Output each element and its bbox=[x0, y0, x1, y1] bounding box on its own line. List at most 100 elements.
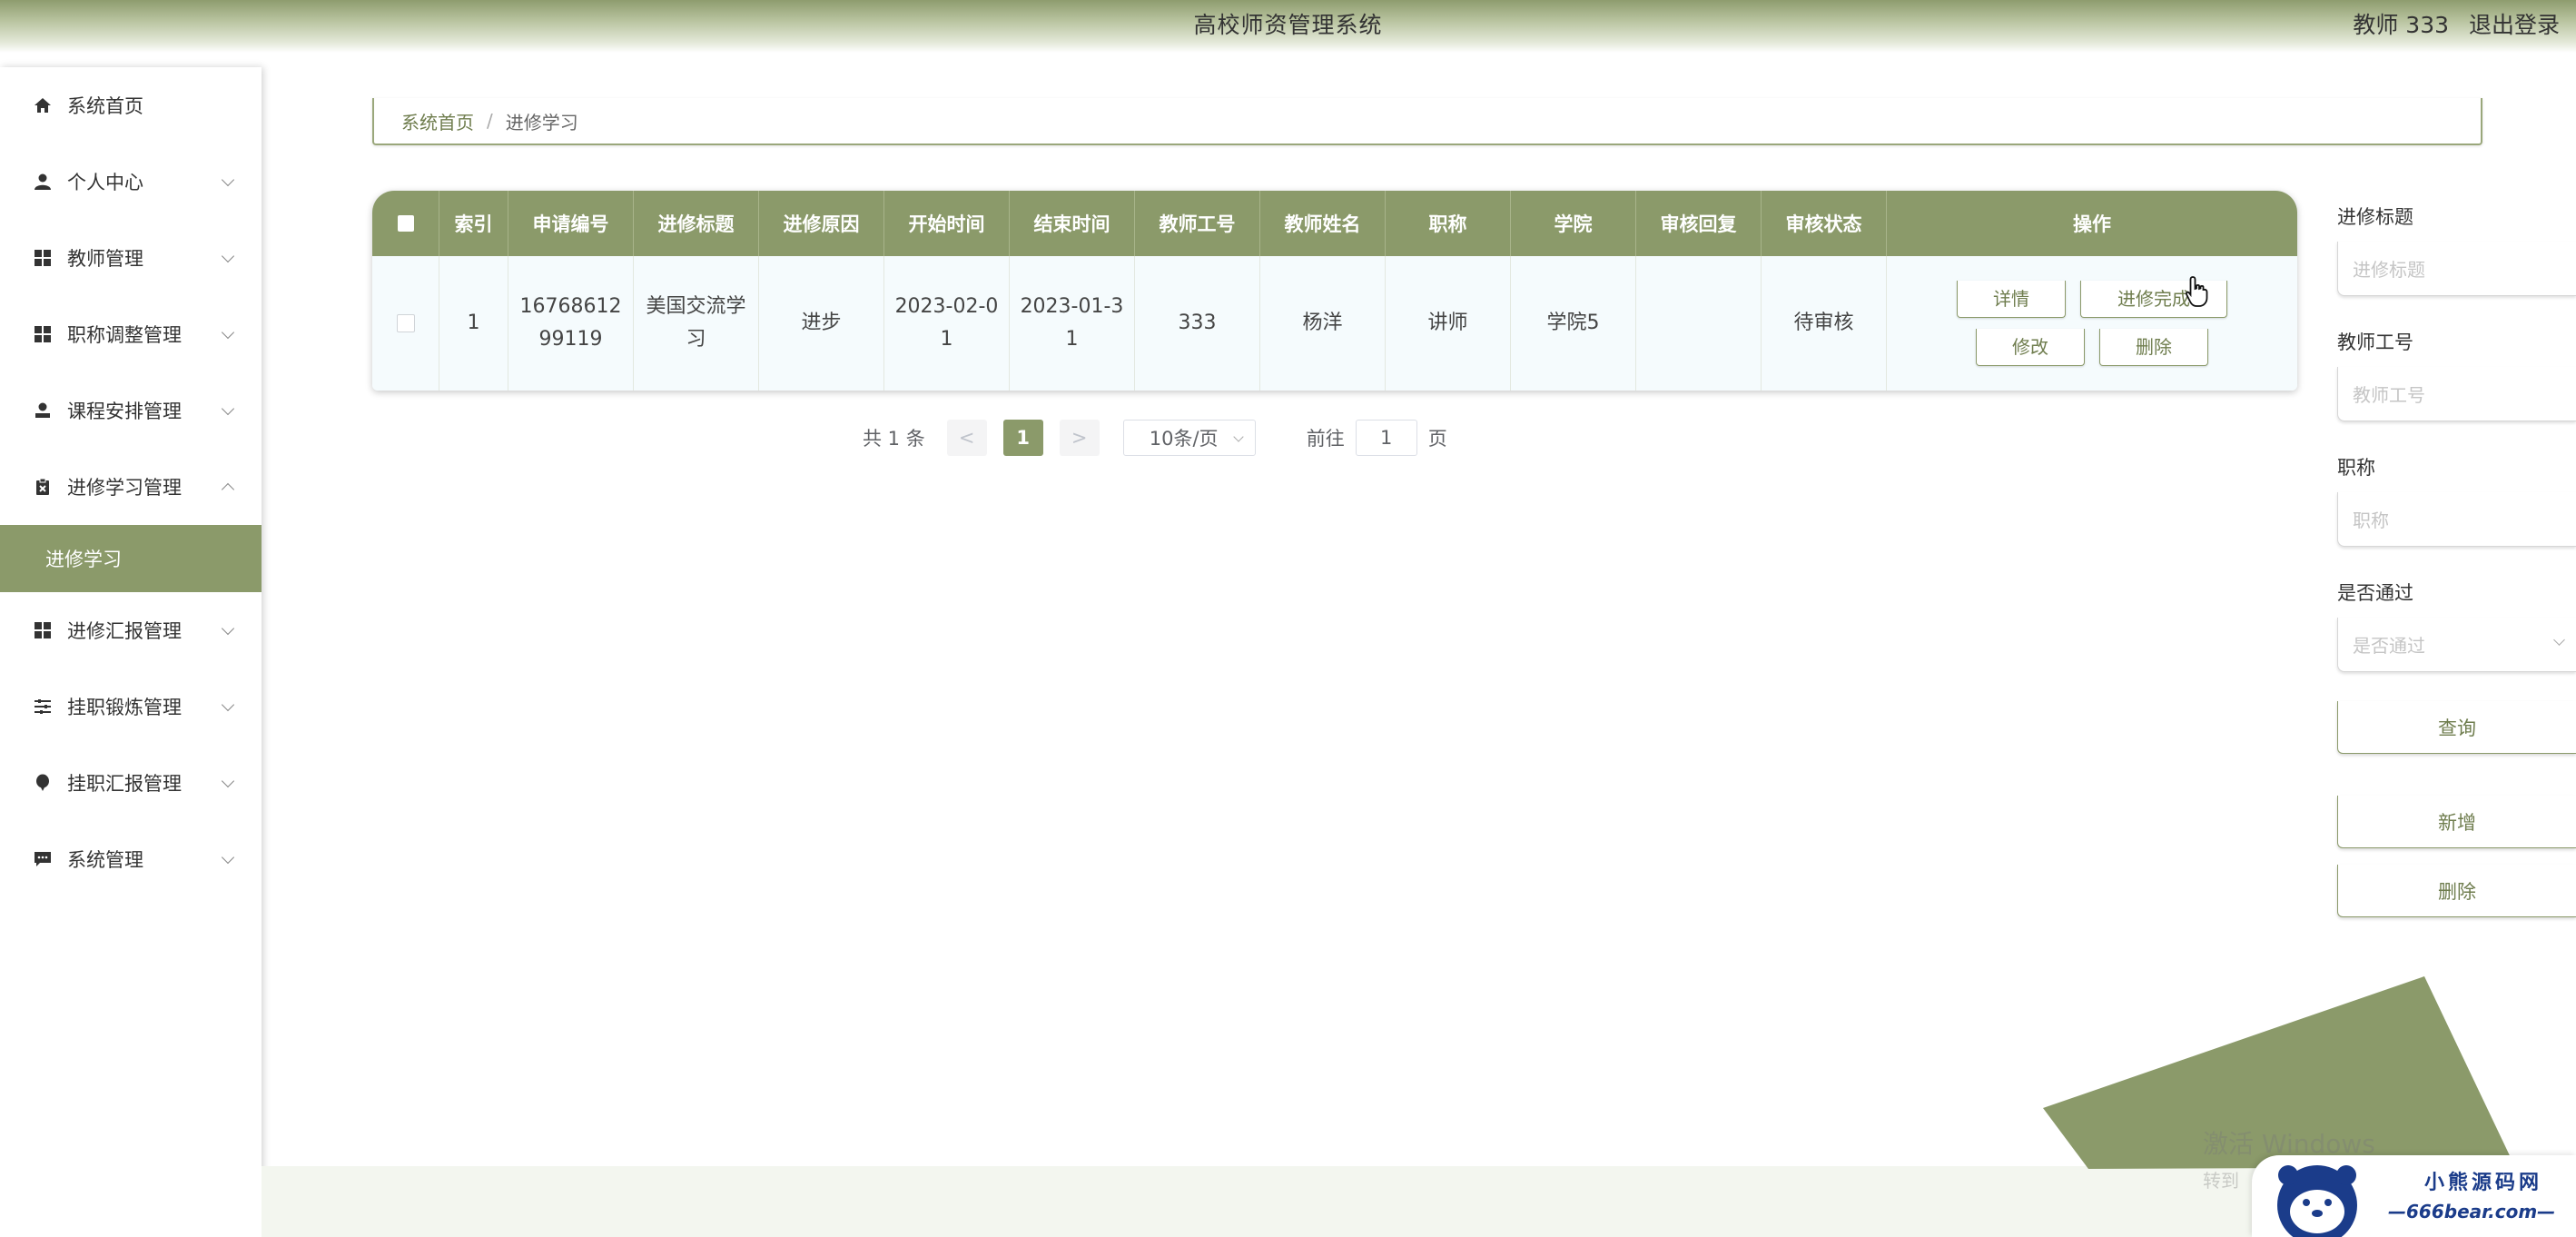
column-header: 进修标题 bbox=[634, 191, 759, 256]
sidebar-item-personal-center[interactable]: 个人中心 bbox=[0, 143, 262, 220]
sidebar-item-label: 进修学习管理 bbox=[67, 477, 182, 499]
next-page-button[interactable]: > bbox=[1059, 420, 1100, 456]
edit-button[interactable]: 修改 bbox=[1976, 329, 2085, 366]
cell-start-time: 2023-02-01 bbox=[884, 256, 1010, 391]
sidebar-item-teacher-management[interactable]: 教师管理 bbox=[0, 220, 262, 296]
sidebar-item-secondment-training[interactable]: 挂职锻炼管理 bbox=[0, 668, 262, 745]
cell-job-title: 讲师 bbox=[1386, 256, 1511, 391]
teacher-no-input[interactable]: 教师工号 bbox=[2337, 367, 2576, 421]
chevron-down-icon bbox=[221, 774, 235, 788]
column-header: 学院 bbox=[1511, 191, 1636, 256]
chevron-down-icon bbox=[2553, 634, 2565, 646]
passed-select[interactable]: 是否通过 bbox=[2337, 618, 2576, 672]
sidebar-item-label: 系统管理 bbox=[67, 849, 143, 871]
column-header: 审核回复 bbox=[1636, 191, 1762, 256]
passed-select-placeholder: 是否通过 bbox=[2353, 635, 2425, 657]
column-header: 索引 bbox=[439, 191, 508, 256]
search-button[interactable]: 查询 bbox=[2337, 701, 2576, 754]
sidebar: 系统首页 个人中心 教师管理 职称调整管理 课程安排管理 进修学习管理 进修学习… bbox=[0, 67, 262, 1237]
cell-teacher-name: 杨洋 bbox=[1260, 256, 1386, 391]
site-logo: 小熊源码网 —666bear.com— bbox=[2252, 1155, 2576, 1237]
sidebar-item-course-schedule[interactable]: 课程安排管理 bbox=[0, 372, 262, 449]
sidebar-item-title-adjustment[interactable]: 职称调整管理 bbox=[0, 296, 262, 372]
sliders-icon bbox=[33, 697, 53, 717]
sidebar-item-study-report[interactable]: 进修汇报管理 bbox=[0, 592, 262, 668]
sidebar-item-label: 个人中心 bbox=[67, 172, 143, 193]
home-icon bbox=[33, 95, 53, 115]
table-header: 索引 申请编号 进修标题 进修原因 开始时间 结束时间 教师工号 教师姓名 职称… bbox=[372, 191, 2297, 256]
row-select-cell[interactable] bbox=[372, 256, 439, 391]
bear-icon bbox=[2277, 1165, 2357, 1237]
logout-link[interactable]: 退出登录 bbox=[2469, 12, 2560, 38]
prev-page-button[interactable]: < bbox=[946, 420, 987, 456]
breadcrumb-home[interactable]: 系统首页 bbox=[401, 108, 474, 134]
cell-study-title: 美国交流学习 bbox=[634, 256, 759, 391]
sidebar-item-label: 挂职锻炼管理 bbox=[67, 697, 182, 718]
study-table: 索引 申请编号 进修标题 进修原因 开始时间 结束时间 教师工号 教师姓名 职称… bbox=[372, 191, 2297, 391]
chevron-down-icon bbox=[221, 325, 235, 340]
column-header: 进修原因 bbox=[759, 191, 884, 256]
study-title-label: 进修标题 bbox=[2337, 206, 2413, 228]
sidebar-item-label: 挂职汇报管理 bbox=[67, 773, 182, 795]
chevron-down-icon bbox=[221, 249, 235, 263]
sidebar-item-label: 课程安排管理 bbox=[67, 401, 182, 422]
header-select-all[interactable] bbox=[372, 191, 439, 256]
cell-teacher-no: 333 bbox=[1135, 256, 1260, 391]
top-header: 高校师资管理系统 教师 333 退出登录 bbox=[0, 0, 2576, 53]
logo-url: —666bear.com— bbox=[2388, 1201, 2556, 1222]
job-title-label: 职称 bbox=[2337, 457, 2375, 479]
sidebar-subitem-study[interactable]: 进修学习 bbox=[0, 525, 262, 592]
chevron-down-icon bbox=[221, 621, 235, 636]
balloon-icon bbox=[33, 773, 53, 793]
grid-icon bbox=[33, 248, 53, 268]
goto-page-input[interactable]: 1 bbox=[1355, 420, 1417, 456]
teacher-no-label: 教师工号 bbox=[2337, 332, 2413, 353]
cell-actions: 详情 进修完成 修改 删除 bbox=[1887, 256, 2297, 391]
sidebar-item-label: 职称调整管理 bbox=[67, 324, 182, 346]
breadcrumb-current: 进修学习 bbox=[505, 111, 578, 134]
sidebar-item-home[interactable]: 系统首页 bbox=[0, 67, 262, 143]
table-row: 1 1676861299119 美国交流学习 进步 2023-02-01 202… bbox=[372, 256, 2297, 391]
column-header: 结束时间 bbox=[1010, 191, 1135, 256]
cell-application-no: 1676861299119 bbox=[508, 256, 634, 391]
grid-icon bbox=[33, 324, 53, 344]
sidebar-item-label: 系统首页 bbox=[67, 95, 143, 117]
cell-index: 1 bbox=[439, 256, 508, 391]
job-title-input[interactable]: 职称 bbox=[2337, 492, 2576, 547]
sidebar-item-system-management[interactable]: 系统管理 bbox=[0, 821, 262, 897]
page-size-select[interactable]: 10条/页 bbox=[1122, 420, 1256, 456]
cell-college: 学院5 bbox=[1511, 256, 1636, 391]
cell-study-reason: 进步 bbox=[759, 256, 884, 391]
detail-button[interactable]: 详情 bbox=[1957, 281, 2066, 318]
batch-delete-button[interactable]: 删除 bbox=[2337, 865, 2576, 917]
logo-text: 小熊源码网 bbox=[2424, 1172, 2543, 1194]
study-title-input[interactable]: 进修标题 bbox=[2337, 242, 2576, 296]
chevron-down-icon bbox=[221, 850, 235, 865]
grid-icon bbox=[33, 620, 53, 640]
user-icon bbox=[33, 172, 53, 192]
filter-panel: 进修标题 进修标题 教师工号 教师工号 职称 职称 是否通过 是否通过 查询 新… bbox=[2337, 200, 2576, 917]
delete-row-button[interactable]: 删除 bbox=[2099, 329, 2208, 366]
user-area: 教师 333 退出登录 bbox=[2340, 7, 2560, 40]
sidebar-item-label: 教师管理 bbox=[67, 248, 143, 270]
chevron-down-icon bbox=[221, 173, 235, 187]
passed-label: 是否通过 bbox=[2337, 582, 2413, 604]
chevron-down-icon bbox=[221, 698, 235, 712]
sidebar-item-secondment-report[interactable]: 挂职汇报管理 bbox=[0, 745, 262, 821]
page-number-button[interactable]: 1 bbox=[1002, 420, 1043, 456]
chevron-down-icon bbox=[221, 401, 235, 416]
breadcrumb-separator: / bbox=[487, 110, 493, 132]
sidebar-item-label: 进修汇报管理 bbox=[67, 620, 182, 642]
sidebar-item-study-management[interactable]: 进修学习管理 bbox=[0, 449, 262, 525]
chevron-down-icon bbox=[1233, 431, 1244, 442]
chevron-up-icon bbox=[221, 482, 235, 497]
add-button[interactable]: 新增 bbox=[2337, 796, 2576, 848]
column-header: 开始时间 bbox=[884, 191, 1010, 256]
app-title: 高校师资管理系统 bbox=[1193, 12, 1383, 38]
row-checkbox[interactable] bbox=[396, 314, 415, 332]
column-header: 操作 bbox=[2073, 213, 2111, 235]
pagination: 共 1 条 < 1 > 10条/页 前往 1 页 bbox=[863, 418, 1447, 458]
select-all-checkbox[interactable] bbox=[397, 215, 414, 232]
page-size-value: 10条/页 bbox=[1149, 428, 1219, 450]
goto-prefix: 前往 bbox=[1306, 428, 1345, 450]
